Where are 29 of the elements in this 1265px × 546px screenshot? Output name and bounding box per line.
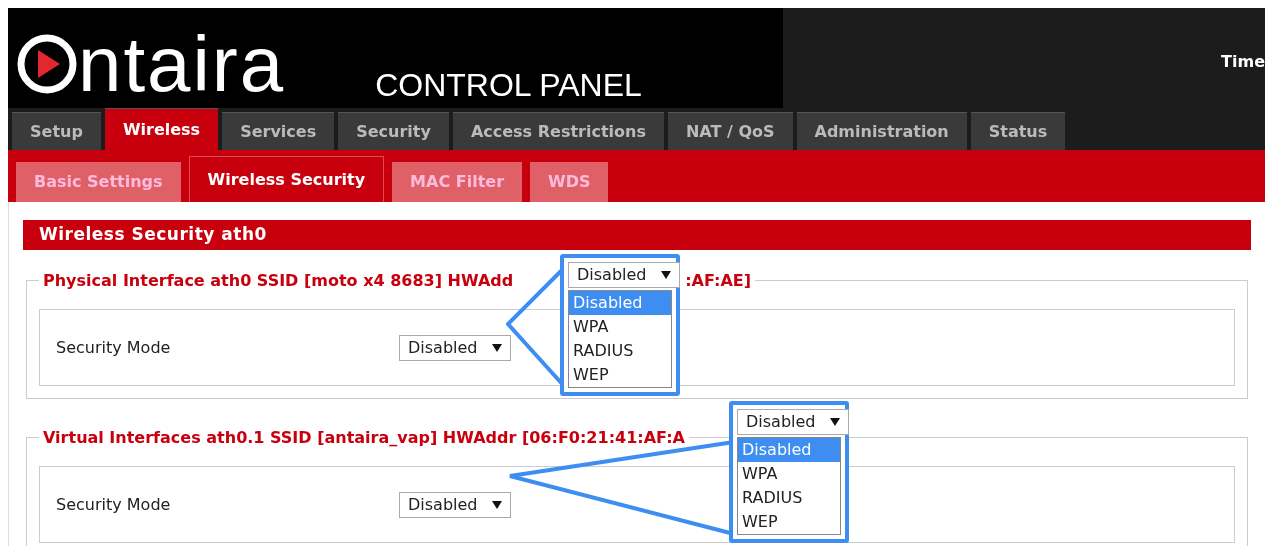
- nav-tab[interactable]: Access Restrictions: [452, 112, 664, 150]
- caret-icon: [492, 500, 502, 509]
- fieldset-legend: :AF:AE]: [685, 269, 752, 293]
- nav-tab[interactable]: Administration: [796, 112, 967, 150]
- control-panel-title: CONTROL PANEL: [375, 68, 642, 102]
- dropdown-select[interactable]: Disabled: [737, 409, 849, 435]
- security-mode-select[interactable]: Disabled: [399, 334, 511, 361]
- fieldset-legend: Virtual Interfaces ath0.1 SSID [antaira_vap] HWAddr [06:F0:21:41:AF:A: [43, 426, 685, 450]
- dropdown-option[interactable]: Disabled: [738, 438, 840, 462]
- nav-tab[interactable]: Security: [338, 112, 449, 150]
- nav-tab[interactable]: NAT / QoS: [667, 112, 793, 150]
- section-header: Wireless Security ath0: [23, 220, 1251, 250]
- time-label: Time: [1221, 51, 1265, 73]
- caret-icon: [661, 271, 671, 279]
- dropdown-select[interactable]: Disabled: [568, 262, 680, 288]
- nav-tab[interactable]: Setup: [12, 112, 101, 150]
- nav-tab[interactable]: Wireless: [104, 108, 219, 150]
- security-mode-select[interactable]: Disabled: [399, 491, 511, 518]
- dropdown-option[interactable]: Disabled: [569, 291, 671, 315]
- caret-icon: [830, 418, 840, 426]
- caret-icon: [492, 343, 502, 352]
- sub-tab[interactable]: Wireless Security: [188, 156, 385, 202]
- nav-tab[interactable]: Status: [970, 112, 1066, 150]
- field-label: Security Mode: [56, 493, 172, 516]
- play-circle-icon: [16, 33, 78, 95]
- field-label: Security Mode: [56, 336, 172, 359]
- logo-text: ntaira: [78, 24, 286, 104]
- nav-tab[interactable]: Services: [222, 112, 335, 150]
- fieldset-legend: Physical Interface ath0 SSID [moto x4 8683] HWAdd: [43, 269, 514, 293]
